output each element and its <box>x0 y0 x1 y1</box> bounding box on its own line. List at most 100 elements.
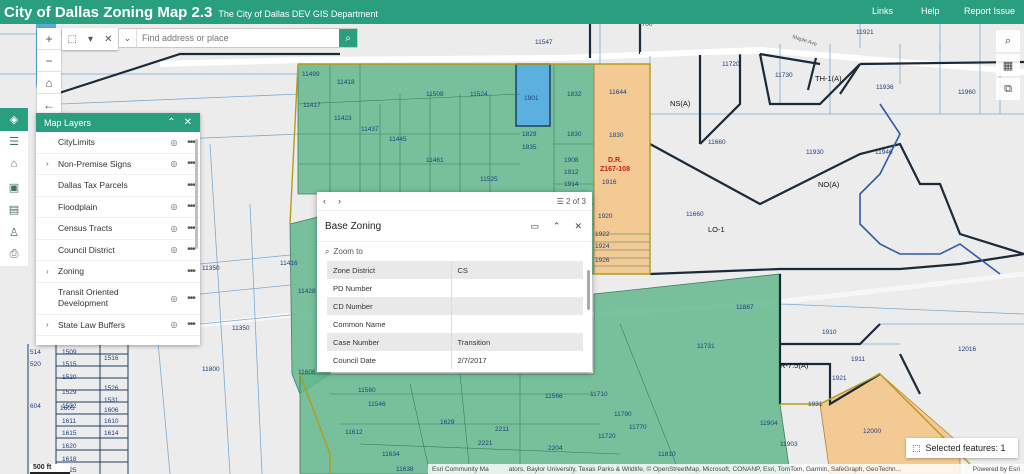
svg-text:11644: 11644 <box>609 89 627 96</box>
dock-icon[interactable]: ▭ <box>530 221 539 232</box>
search-source-dropdown[interactable]: ⌄ <box>119 29 137 47</box>
svg-text:11445: 11445 <box>389 136 407 143</box>
visibility-icon[interactable]: ◎ <box>166 138 182 147</box>
search-input[interactable] <box>137 33 339 43</box>
layer-label: Census Tracts <box>58 223 113 234</box>
svg-text:1830: 1830 <box>609 132 624 139</box>
directions-icon[interactable]: ⧉ <box>996 78 1020 100</box>
visibility-icon[interactable]: ◎ <box>166 320 182 329</box>
svg-text:11800: 11800 <box>202 366 220 373</box>
svg-text:11423: 11423 <box>334 115 352 122</box>
visibility-icon[interactable]: ◎ <box>166 293 182 304</box>
map-layers-panel: Map Layers ⌃ ✕ CityLimits ◎ ••• › Non-Pr… <box>36 113 200 345</box>
layer-row[interactable]: › Zoning ••• <box>36 261 200 283</box>
app-subtitle: The City of Dallas DEV GIS Department <box>218 8 378 19</box>
layer-label: Non-Premise Signs <box>58 158 132 169</box>
print-icon[interactable]: ⎙ <box>0 243 28 266</box>
svg-text:11461: 11461 <box>426 157 444 164</box>
svg-text:11547: 11547 <box>535 39 553 46</box>
svg-text:1614: 1614 <box>104 430 119 437</box>
svg-text:11960: 11960 <box>958 89 976 96</box>
scrollbar[interactable] <box>587 270 590 310</box>
home-icon[interactable]: ⌂ <box>37 72 61 94</box>
svg-text:1901: 1901 <box>524 95 539 102</box>
svg-text:1629: 1629 <box>440 419 455 426</box>
table-row: Council Date 2/7/2017 <box>327 351 583 369</box>
svg-text:1926: 1926 <box>595 257 610 264</box>
zoom-to-button[interactable]: ⌕ Zoom to <box>317 242 592 261</box>
zoom-in-button[interactable]: + <box>37 28 61 50</box>
layer-label: CityLimits <box>58 137 95 148</box>
tag-icon[interactable]: ⌂ <box>0 153 28 176</box>
basemap-icon[interactable]: ▦ <box>996 54 1020 76</box>
collapse-icon[interactable]: ⌃ <box>167 117 175 128</box>
svg-text:11417: 11417 <box>303 102 321 109</box>
links-link[interactable]: Links <box>872 6 893 16</box>
layer-row[interactable]: Transit Oriented Development ◎ ••• <box>36 283 200 315</box>
svg-text:1931: 1931 <box>808 401 823 408</box>
walk-icon[interactable]: ♙ <box>0 221 28 244</box>
svg-text:514: 514 <box>30 349 41 356</box>
visibility-icon[interactable]: ◎ <box>166 159 182 168</box>
svg-text:11887: 11887 <box>736 304 754 311</box>
chevron-right-icon[interactable]: › <box>46 267 58 276</box>
svg-text:11612: 11612 <box>345 429 363 436</box>
clear-selection-icon[interactable]: ✕ <box>104 34 112 45</box>
layer-row[interactable]: Floodplain ◎ ••• <box>36 197 200 218</box>
svg-text:1921: 1921 <box>832 375 847 382</box>
layer-row[interactable]: Council District ◎ ••• <box>36 240 200 261</box>
zoom-to-label: Zoom to <box>333 247 363 256</box>
scrollbar[interactable] <box>195 139 198 249</box>
feature-count: ☰ 2 of 3 <box>556 196 586 206</box>
table-icon[interactable]: ▤ <box>0 198 28 221</box>
svg-text:604: 604 <box>30 403 41 410</box>
chevron-right-icon[interactable]: › <box>46 159 58 168</box>
svg-text:11499: 11499 <box>302 71 320 78</box>
layer-row[interactable]: › Non-Premise Signs ◎ ••• <box>36 154 200 175</box>
chevron-down-icon[interactable]: ▾ <box>88 34 93 45</box>
selected-features-button[interactable]: ⬚ Selected features: 1 <box>906 438 1018 458</box>
next-icon[interactable]: › <box>338 196 341 206</box>
visibility-icon[interactable]: ◎ <box>166 245 182 254</box>
save-icon[interactable]: ▣ <box>0 176 28 199</box>
svg-text:11606: 11606 <box>298 369 316 376</box>
search-box: ⌄ ⌕ <box>118 28 358 48</box>
svg-text:11903: 11903 <box>780 441 798 448</box>
more-options-icon[interactable]: ••• <box>182 266 200 277</box>
svg-text:11350: 11350 <box>202 265 220 272</box>
scale-bar: 500 ft <box>30 464 70 474</box>
svg-text:1829: 1829 <box>522 131 537 138</box>
legend-icon[interactable]: ☰ <box>0 131 28 154</box>
close-icon[interactable]: ✕ <box>184 117 192 128</box>
layer-row[interactable]: Census Tracts ◎ ••• <box>36 218 200 240</box>
help-link[interactable]: Help <box>921 6 940 16</box>
search-icon[interactable]: ⌕ <box>996 30 1020 52</box>
report-issue-link[interactable]: Report Issue <box>964 6 1015 16</box>
collapse-icon[interactable]: ⌃ <box>553 221 561 232</box>
more-options-icon[interactable]: ••• <box>182 319 200 330</box>
left-toolbar: ◈ ☰ ⌂ ▣ ▤ ♙ ⎙ <box>0 108 28 266</box>
search-button[interactable]: ⌕ <box>339 29 357 47</box>
visibility-icon[interactable]: ◎ <box>166 224 182 233</box>
svg-text:11904: 11904 <box>760 420 778 427</box>
chevron-right-icon[interactable]: › <box>46 320 58 329</box>
layers-icon[interactable]: ◈ <box>0 108 28 131</box>
svg-text:11416: 11416 <box>280 260 298 267</box>
layer-row[interactable]: › State Law Buffers ◎ ••• <box>36 315 200 336</box>
zoom-out-button[interactable]: − <box>37 50 61 72</box>
map-layers-header: Map Layers ⌃ ✕ <box>36 113 200 132</box>
table-row: Case Number Transition <box>327 333 583 351</box>
layer-row[interactable]: CityLimits ◎ ••• <box>36 132 200 154</box>
layer-row[interactable]: Dallas Tax Parcels ••• <box>36 175 200 197</box>
close-icon[interactable]: ✕ <box>574 221 582 232</box>
powered-by-esri[interactable]: Powered by Esri <box>973 466 1024 473</box>
svg-text:11930: 11930 <box>806 149 824 156</box>
visibility-icon[interactable]: ◎ <box>166 202 182 211</box>
svg-text:11638: 11638 <box>396 466 414 473</box>
svg-text:1922: 1922 <box>595 231 610 238</box>
select-icon[interactable]: ⬚ <box>68 34 77 45</box>
svg-text:1526: 1526 <box>104 385 119 392</box>
more-options-icon[interactable]: ••• <box>182 293 200 304</box>
svg-text:11720: 11720 <box>598 433 616 440</box>
previous-icon[interactable]: ‹ <box>323 196 326 206</box>
